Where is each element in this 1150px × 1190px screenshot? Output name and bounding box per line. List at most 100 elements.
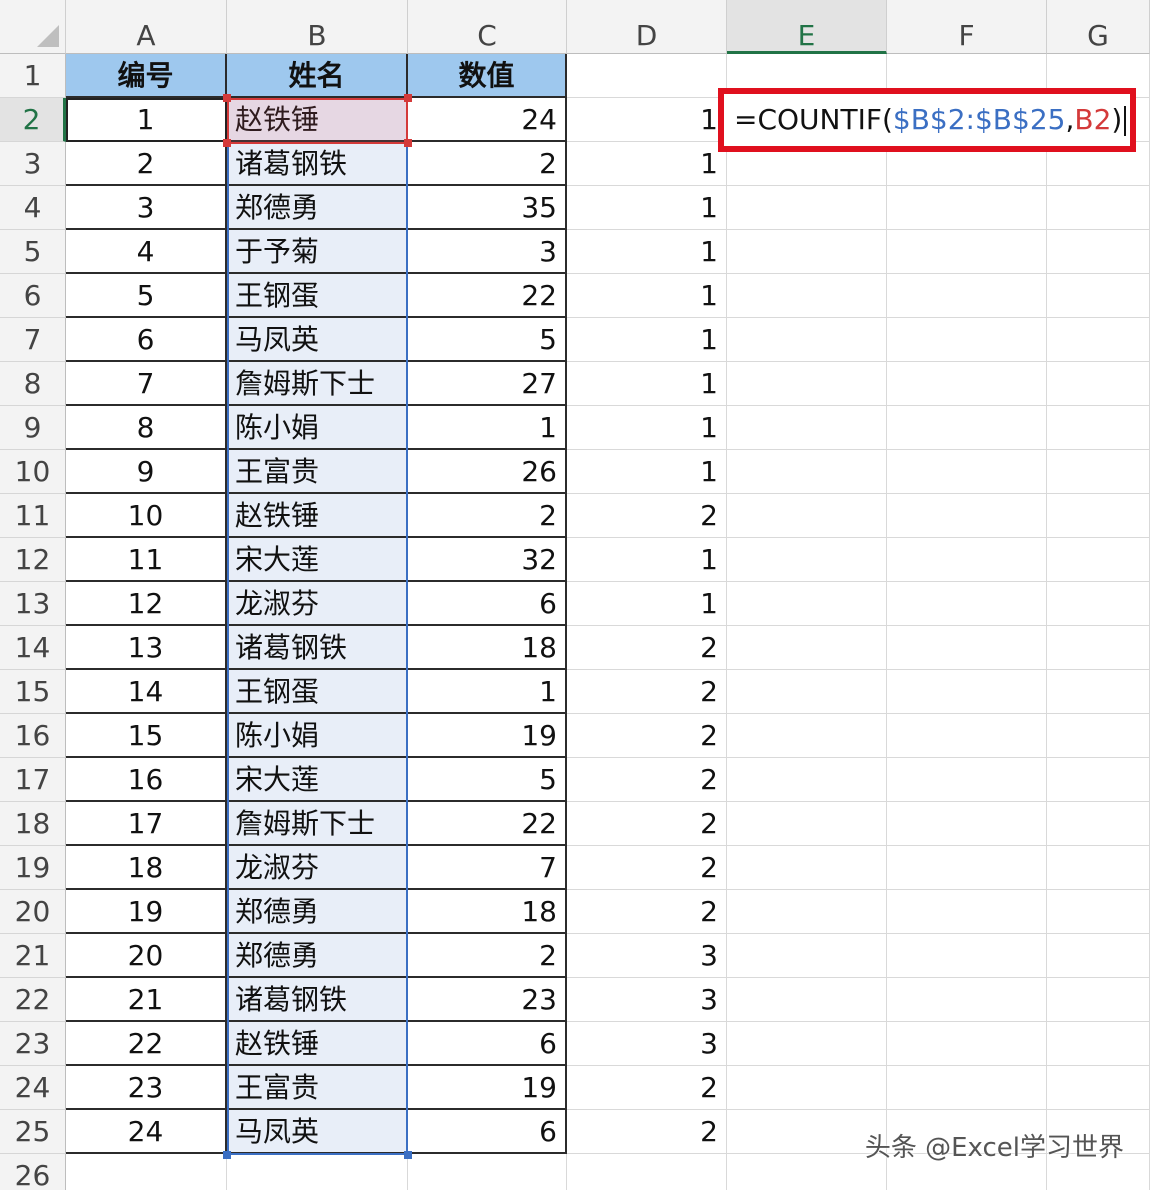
empty-cell[interactable] <box>1047 934 1150 978</box>
empty-cell[interactable] <box>1047 406 1150 450</box>
column-header-g[interactable]: G <box>1047 0 1150 54</box>
empty-cell[interactable] <box>727 1154 887 1190</box>
value-cell[interactable]: 22 <box>408 802 567 846</box>
row-header-13[interactable]: 13 <box>0 582 66 626</box>
empty-cell[interactable] <box>887 274 1047 318</box>
ref-resize-handle[interactable] <box>223 94 231 102</box>
empty-cell[interactable] <box>887 802 1047 846</box>
id-cell[interactable]: 12 <box>66 582 227 626</box>
count-cell[interactable]: 1 <box>567 186 727 230</box>
row-header-4[interactable]: 4 <box>0 186 66 230</box>
empty-cell[interactable] <box>1047 802 1150 846</box>
name-cell[interactable]: 王富贵 <box>227 1066 408 1110</box>
name-cell[interactable]: 诸葛钢铁 <box>227 626 408 670</box>
row-header-5[interactable]: 5 <box>0 230 66 274</box>
value-cell[interactable]: 27 <box>408 362 567 406</box>
empty-cell[interactable] <box>887 934 1047 978</box>
empty-cell[interactable] <box>887 318 1047 362</box>
column-header-b[interactable]: B <box>227 0 408 54</box>
empty-cell[interactable] <box>727 318 887 362</box>
column-header-a[interactable]: A <box>66 0 227 54</box>
count-cell[interactable]: 2 <box>567 1110 727 1154</box>
empty-cell[interactable] <box>887 714 1047 758</box>
id-cell[interactable]: 5 <box>66 274 227 318</box>
range-resize-handle[interactable] <box>223 1151 231 1159</box>
id-cell[interactable]: 13 <box>66 626 227 670</box>
row-header-18[interactable]: 18 <box>0 802 66 846</box>
count-cell[interactable]: 1 <box>567 406 727 450</box>
row-header-26[interactable]: 26 <box>0 1154 66 1190</box>
name-cell[interactable]: 于予菊 <box>227 230 408 274</box>
empty-cell[interactable] <box>1047 450 1150 494</box>
count-cell[interactable]: 1 <box>567 318 727 362</box>
name-cell[interactable]: 陈小娟 <box>227 714 408 758</box>
empty-cell[interactable] <box>1047 274 1150 318</box>
name-cell[interactable]: 诸葛钢铁 <box>227 978 408 1022</box>
count-cell[interactable]: 3 <box>567 1022 727 1066</box>
row-header-11[interactable]: 11 <box>0 494 66 538</box>
id-cell[interactable]: 15 <box>66 714 227 758</box>
column-header-c[interactable]: C <box>408 0 567 54</box>
empty-cell[interactable] <box>408 1154 567 1190</box>
empty-cell[interactable] <box>887 362 1047 406</box>
id-cell[interactable]: 1 <box>66 98 227 142</box>
count-cell[interactable]: 1 <box>567 230 727 274</box>
empty-cell[interactable] <box>1047 230 1150 274</box>
empty-cell[interactable] <box>887 1022 1047 1066</box>
name-cell[interactable]: 马凤英 <box>227 318 408 362</box>
value-cell[interactable]: 19 <box>408 714 567 758</box>
name-cell[interactable]: 龙淑芬 <box>227 582 408 626</box>
empty-cell[interactable] <box>887 230 1047 274</box>
empty-cell[interactable] <box>727 1022 887 1066</box>
empty-cell[interactable] <box>887 846 1047 890</box>
name-cell[interactable]: 郑德勇 <box>227 890 408 934</box>
empty-cell[interactable] <box>1047 1022 1150 1066</box>
name-cell[interactable]: 龙淑芬 <box>227 846 408 890</box>
column-header-f[interactable]: F <box>887 0 1047 54</box>
empty-cell[interactable] <box>567 54 727 98</box>
range-resize-handle[interactable] <box>404 1151 412 1159</box>
value-cell[interactable]: 35 <box>408 186 567 230</box>
empty-cell[interactable] <box>887 626 1047 670</box>
id-cell[interactable]: 2 <box>66 142 227 186</box>
empty-cell[interactable] <box>887 670 1047 714</box>
row-header-17[interactable]: 17 <box>0 758 66 802</box>
value-cell[interactable]: 26 <box>408 450 567 494</box>
value-cell[interactable]: 22 <box>408 274 567 318</box>
name-cell[interactable]: 陈小娟 <box>227 406 408 450</box>
row-header-24[interactable]: 24 <box>0 1066 66 1110</box>
row-header-8[interactable]: 8 <box>0 362 66 406</box>
empty-cell[interactable] <box>727 362 887 406</box>
id-cell[interactable]: 7 <box>66 362 227 406</box>
value-cell[interactable]: 24 <box>408 98 567 142</box>
name-cell[interactable]: 马凤英 <box>227 1110 408 1154</box>
id-cell[interactable]: 20 <box>66 934 227 978</box>
count-cell[interactable]: 2 <box>567 890 727 934</box>
empty-cell[interactable] <box>887 494 1047 538</box>
empty-cell[interactable] <box>727 714 887 758</box>
table-header-cell[interactable]: 编号 <box>66 54 227 98</box>
value-cell[interactable]: 1 <box>408 406 567 450</box>
id-cell[interactable]: 9 <box>66 450 227 494</box>
id-cell[interactable]: 18 <box>66 846 227 890</box>
name-cell[interactable]: 王富贵 <box>227 450 408 494</box>
empty-cell[interactable] <box>1047 538 1150 582</box>
empty-cell[interactable] <box>727 890 887 934</box>
empty-cell[interactable] <box>727 670 887 714</box>
count-cell[interactable]: 3 <box>567 978 727 1022</box>
empty-cell[interactable] <box>1047 670 1150 714</box>
empty-cell[interactable] <box>1047 978 1150 1022</box>
row-header-9[interactable]: 9 <box>0 406 66 450</box>
empty-cell[interactable] <box>1047 1066 1150 1110</box>
empty-cell[interactable] <box>887 758 1047 802</box>
count-cell[interactable]: 2 <box>567 494 727 538</box>
id-cell[interactable]: 23 <box>66 1066 227 1110</box>
empty-cell[interactable] <box>1047 714 1150 758</box>
id-cell[interactable]: 22 <box>66 1022 227 1066</box>
value-cell[interactable]: 5 <box>408 758 567 802</box>
id-cell[interactable]: 17 <box>66 802 227 846</box>
empty-cell[interactable] <box>1047 890 1150 934</box>
row-header-22[interactable]: 22 <box>0 978 66 1022</box>
empty-cell[interactable] <box>727 1110 887 1154</box>
empty-cell[interactable] <box>887 582 1047 626</box>
